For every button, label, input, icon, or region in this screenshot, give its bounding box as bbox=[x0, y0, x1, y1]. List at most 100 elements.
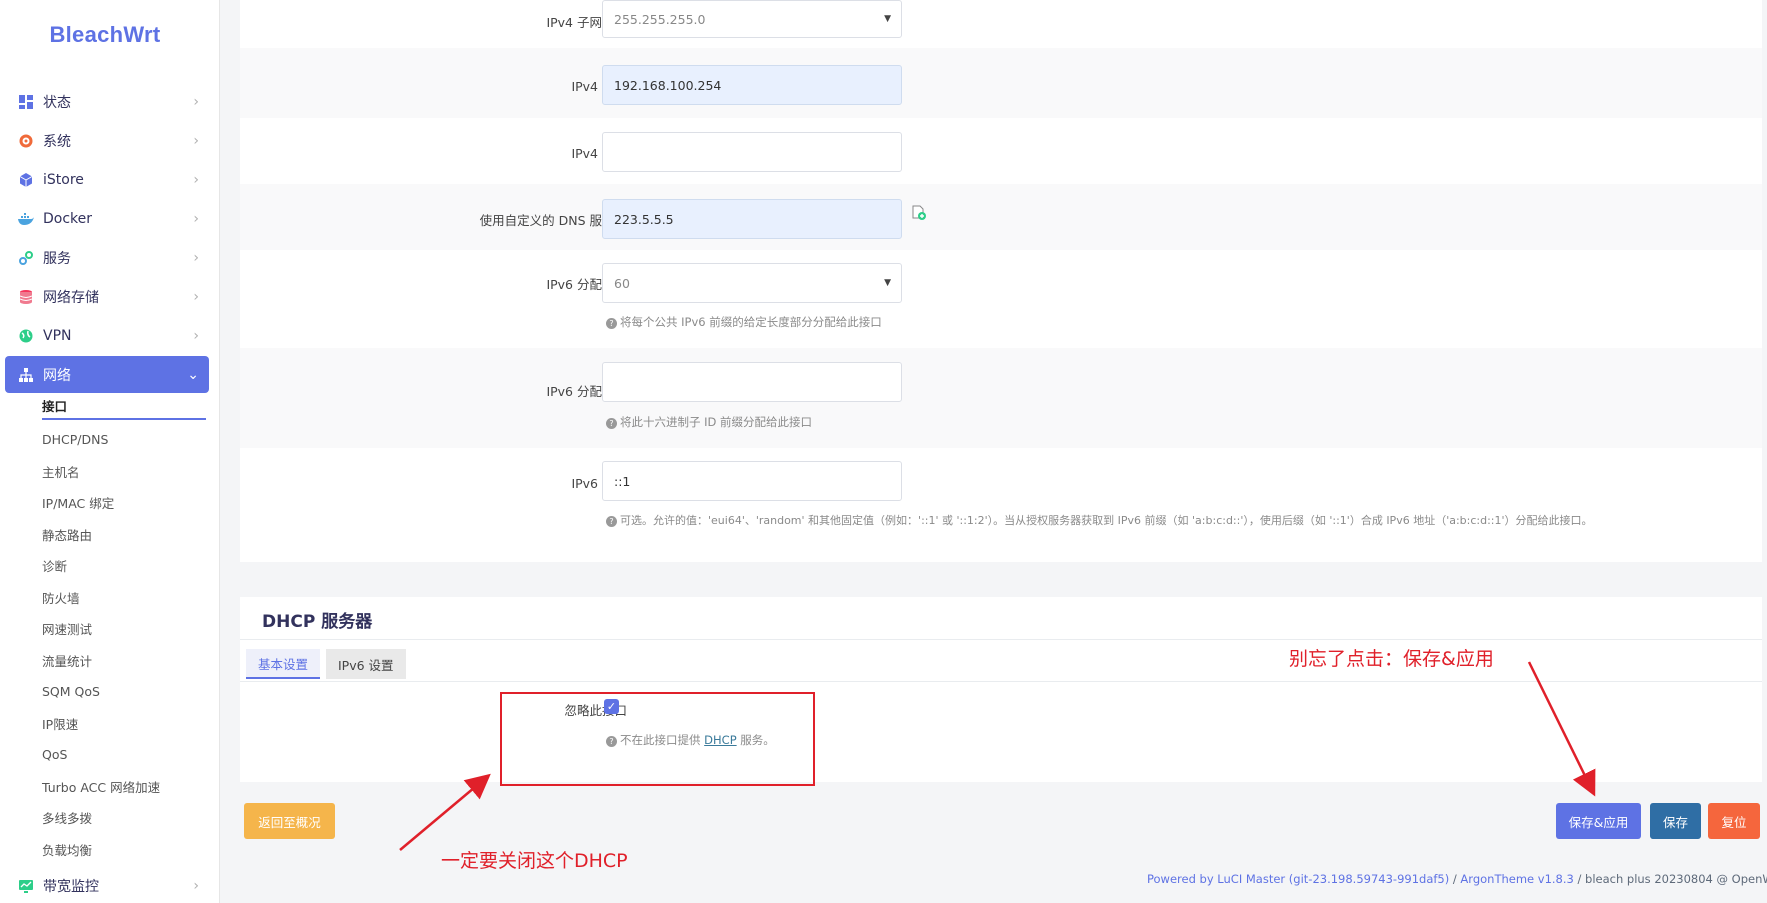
divider bbox=[240, 681, 1762, 682]
ip6assign-row: IPv6 分配长度 60 ▼ ? 将每个公共 IPv6 前缀的给定长度部分分配给此… bbox=[240, 250, 1762, 348]
vpn-icon bbox=[17, 327, 35, 345]
divider bbox=[240, 639, 1762, 640]
sidebar-item-istore[interactable]: iStore › bbox=[5, 160, 209, 199]
sidebar-item-bandwidth-monitor[interactable]: 带宽监控 › bbox=[5, 868, 209, 903]
submenu-item-ip-mac-binding[interactable]: IP/MAC 绑定 bbox=[42, 487, 209, 519]
netmask-value: 255.255.255.0 bbox=[614, 11, 706, 27]
sidebar-item-vpn[interactable]: VPN › bbox=[5, 316, 209, 355]
sidebar-item-label: 系统 bbox=[43, 133, 71, 150]
docker-icon bbox=[17, 210, 35, 228]
gear-icon bbox=[17, 132, 35, 150]
submenu-item-traffic-stats[interactable]: 流量统计 bbox=[42, 645, 209, 677]
footer-version: / bleach plus 20230804 @ OpenWrt R23.7.7 bbox=[1577, 872, 1767, 886]
chevron-right-icon: › bbox=[193, 93, 199, 110]
ip6assign-hint: ? 将每个公共 IPv6 前缀的给定长度部分分配给此接口 bbox=[606, 314, 882, 330]
submenu-item-multi-dial[interactable]: 多线多拨 bbox=[42, 802, 209, 834]
broadcast-row: IPv4 广播 bbox=[240, 118, 1762, 184]
annotation-highlight-box bbox=[500, 692, 815, 786]
annotation-note-dhcp: 一定要关闭这个DHCP bbox=[441, 850, 628, 872]
ip6assign-select[interactable]: 60 ▼ bbox=[602, 263, 902, 303]
submenu-item-hostnames[interactable]: 主机名 bbox=[42, 456, 209, 488]
chevron-right-icon: › bbox=[193, 327, 199, 344]
submenu-item-dhcp-dns[interactable]: DHCP/DNS bbox=[42, 424, 209, 456]
sidebar-item-label: 带宽监控 bbox=[43, 879, 99, 895]
cube-icon bbox=[17, 171, 35, 189]
ip6assign-value: 60 bbox=[614, 275, 630, 291]
submenu-item-diagnostics[interactable]: 诊断 bbox=[42, 550, 209, 582]
sidebar-menu: 状态 › 系统 › iStore › Docker › 服务 › 网络存储 › … bbox=[5, 82, 209, 865]
sidebar-item-system[interactable]: 系统 › bbox=[5, 121, 209, 160]
annotation-note-save: 别忘了点击：保存&应用 bbox=[1289, 648, 1494, 670]
tab-ipv6-settings[interactable]: IPv6 设置 bbox=[326, 649, 406, 679]
sidebar-item-network[interactable]: 网络 ⌄ bbox=[5, 356, 209, 393]
ip6suffix-hint: ? 可选。允许的值：'eui64'、'random' 和其他固定值（例如：'::1… bbox=[606, 512, 1593, 528]
ip6hint-row: IPv6 分配提示 ? 将此十六进制子 ID 前缀分配给此接口 bbox=[240, 348, 1762, 448]
chevron-right-icon: › bbox=[193, 249, 199, 266]
dns-input[interactable]: 223.5.5.5 bbox=[602, 199, 902, 239]
netmask-select[interactable]: 255.255.255.0 ▼ bbox=[602, 0, 902, 38]
gateway-input[interactable]: 192.168.100.254 bbox=[602, 65, 902, 105]
chevron-right-icon: › bbox=[193, 288, 199, 305]
submenu-item-static-routes[interactable]: 静态路由 bbox=[42, 519, 209, 551]
sidebar-item-label: 网络存储 bbox=[43, 289, 99, 306]
question-icon: ? bbox=[606, 318, 617, 329]
sidebar-item-label: iStore bbox=[43, 171, 84, 188]
sidebar-item-storage[interactable]: 网络存储 › bbox=[5, 277, 209, 316]
chevron-right-icon: › bbox=[193, 878, 199, 894]
gateway-value: 192.168.100.254 bbox=[614, 77, 722, 93]
question-icon: ? bbox=[606, 516, 617, 527]
sidebar-item-label: 状态 bbox=[43, 94, 71, 111]
ip6hint-hint: ? 将此十六进制子 ID 前缀分配给此接口 bbox=[606, 414, 812, 430]
brand-logo[interactable]: BleachWrt bbox=[0, 22, 210, 48]
sidebar-item-label: 网络 bbox=[43, 367, 71, 384]
submenu-item-load-balance[interactable]: 负载均衡 bbox=[42, 834, 209, 866]
ip6suffix-input[interactable]: ::1 bbox=[602, 461, 902, 501]
save-button[interactable]: 保存 bbox=[1650, 803, 1701, 839]
dns-value: 223.5.5.5 bbox=[614, 211, 674, 227]
back-to-overview-button[interactable]: 返回至概况 bbox=[244, 803, 335, 839]
storage-icon bbox=[17, 288, 35, 306]
submenu-item-sqm-qos[interactable]: SQM QoS bbox=[42, 676, 209, 708]
caret-down-icon: ▼ bbox=[884, 278, 891, 288]
monitor-icon bbox=[17, 877, 35, 895]
submenu-item-turbo-acc[interactable]: Turbo ACC 网络加速 bbox=[42, 771, 209, 803]
gateway-row: IPv4 网关 192.168.100.254 bbox=[240, 48, 1762, 118]
chevron-right-icon: › bbox=[193, 210, 199, 227]
sidebar-item-label: 服务 bbox=[43, 250, 71, 267]
sidebar-item-label: VPN bbox=[43, 327, 72, 344]
chevron-down-icon: ⌄ bbox=[187, 366, 199, 383]
network-submenu: 接口 DHCP/DNS 主机名 IP/MAC 绑定 静态路由 诊断 防火墙 网速… bbox=[5, 393, 209, 865]
dhcp-section-title: DHCP 服务器 bbox=[262, 612, 373, 632]
chevron-right-icon: › bbox=[193, 171, 199, 188]
submenu-item-qos[interactable]: QoS bbox=[42, 739, 209, 771]
sidebar-item-status[interactable]: 状态 › bbox=[5, 82, 209, 121]
arrow-to-dhcp-checkbox bbox=[399, 773, 491, 851]
save-apply-button[interactable]: 保存&应用 bbox=[1556, 803, 1641, 839]
submenu-item-interfaces[interactable]: 接口 bbox=[42, 393, 206, 420]
ip6hint-input[interactable] bbox=[602, 362, 902, 402]
ip6suffix-value: ::1 bbox=[614, 473, 631, 489]
broadcast-input[interactable] bbox=[602, 132, 902, 172]
network-icon bbox=[17, 366, 35, 384]
tab-basic-settings[interactable]: 基本设置 bbox=[246, 649, 321, 679]
dns-row: 使用自定义的 DNS 服务器 223.5.5.5 bbox=[240, 184, 1762, 250]
services-icon bbox=[17, 249, 35, 267]
sidebar: BleachWrt 状态 › 系统 › iStore › Docker › 服务… bbox=[0, 0, 220, 903]
question-icon: ? bbox=[606, 418, 617, 429]
sidebar-item-services[interactable]: 服务 › bbox=[5, 238, 209, 277]
dashboard-icon bbox=[17, 93, 35, 111]
netmask-row: IPv4 子网掩码 255.255.255.0 ▼ bbox=[240, 0, 1762, 48]
sidebar-item-docker[interactable]: Docker › bbox=[5, 199, 209, 238]
luci-link[interactable]: Powered by LuCI Master (git-23.198.59743… bbox=[1147, 872, 1449, 886]
submenu-item-ip-limit[interactable]: IP限速 bbox=[42, 708, 209, 740]
submenu-item-speedtest[interactable]: 网速测试 bbox=[42, 613, 209, 645]
ip6suffix-row: IPv6 后缀 ::1 ? 可选。允许的值：'eui64'、'random' 和其… bbox=[240, 448, 1762, 562]
dhcp-server-section: DHCP 服务器 基本设置 IPv6 设置 忽略此接口 ✓ ? 不在此接口提供 D… bbox=[240, 597, 1762, 782]
add-dns-icon[interactable] bbox=[911, 205, 927, 225]
sidebar-item-label: Docker bbox=[43, 210, 93, 227]
submenu-item-firewall[interactable]: 防火墙 bbox=[42, 582, 209, 614]
caret-down-icon: ▼ bbox=[884, 14, 891, 24]
reset-button[interactable]: 复位 bbox=[1708, 803, 1760, 839]
theme-link[interactable]: ArgonTheme v1.8.3 bbox=[1460, 872, 1573, 886]
interface-settings-panel: IPv4 子网掩码 255.255.255.0 ▼ IPv4 网关 192.16… bbox=[240, 0, 1762, 562]
